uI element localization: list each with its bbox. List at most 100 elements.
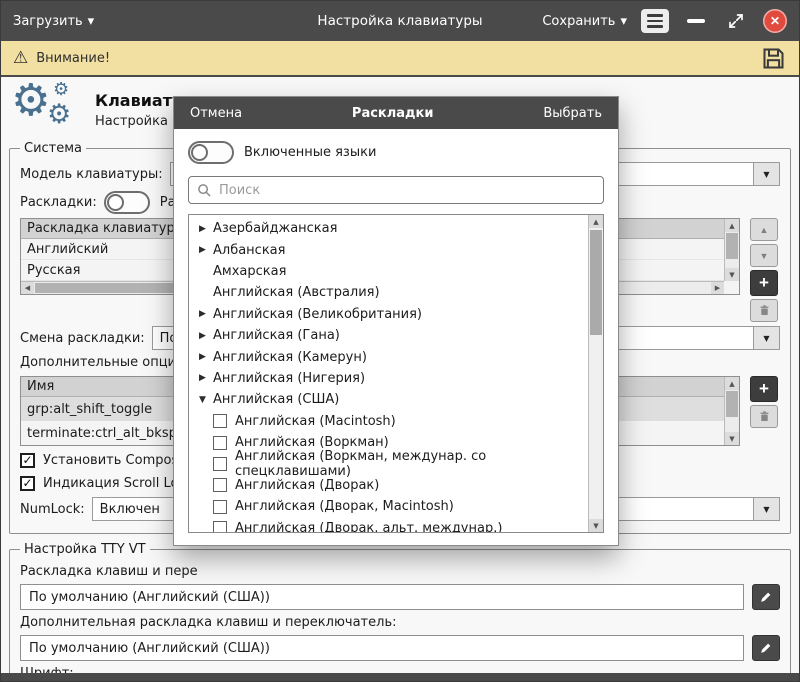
language-list: ▶ Азербайджанская ▶ Албанская Амхарская … (188, 214, 604, 533)
language-row[interactable]: ▶ Азербайджанская (189, 218, 587, 239)
language-row[interactable]: ▶ Английская (Камерун) (189, 346, 587, 367)
language-row[interactable]: ▶ Албанская (189, 239, 587, 260)
layouts-toggle[interactable] (104, 191, 150, 214)
save-file-button[interactable] (760, 45, 787, 72)
tty-alt-layout-input[interactable] (20, 635, 744, 661)
language-search (188, 176, 604, 204)
toggle-knob (191, 144, 208, 161)
language-checkbox[interactable] (213, 457, 227, 471)
tty-alt-layout-edit-button[interactable] (752, 635, 780, 661)
scrolllock-checkbox-label[interactable]: Индикация Scroll Lock (43, 476, 193, 491)
layout-switch-label: Смена раскладки: (20, 331, 145, 346)
toggle-knob (107, 194, 124, 211)
language-checkbox[interactable] (213, 414, 227, 428)
add-layout-button[interactable]: + (750, 270, 778, 296)
language-list-scrollbar[interactable]: ▲ ▼ (588, 215, 603, 532)
language-checkbox[interactable] (213, 478, 227, 492)
menu-button[interactable] (641, 9, 669, 33)
options-table-vscrollbar[interactable]: ▲ ▼ (724, 377, 739, 445)
language-row[interactable]: ▶ Английская (Великобритания) (189, 304, 587, 325)
options-table-buttons: + (750, 376, 780, 428)
move-up-button[interactable]: ▲ (750, 218, 778, 241)
load-button-label: Загрузить (13, 14, 83, 29)
expander-icon[interactable]: ▶ (197, 224, 213, 234)
tty-layout-edit-button[interactable] (752, 584, 780, 610)
language-search-input[interactable] (189, 177, 603, 203)
layouts-dialog: Отмена Раскладки Выбрать Включенные язык… (173, 96, 619, 546)
scroll-right-icon[interactable]: ▶ (711, 282, 724, 294)
expander-icon[interactable]: ▶ (197, 245, 213, 255)
compose-checkbox[interactable]: ✓ (20, 453, 35, 468)
language-label: Английская (Нигерия) (213, 371, 365, 386)
language-row[interactable]: ▶ Английская (Гана) (189, 325, 587, 346)
tty-layout-input[interactable] (20, 584, 744, 610)
system-group-legend: Система (20, 141, 86, 156)
scroll-down-icon[interactable]: ▼ (725, 268, 739, 281)
scrollbar-thumb[interactable] (726, 391, 738, 417)
language-checkbox[interactable] (213, 521, 227, 533)
maximize-button[interactable] (723, 9, 749, 33)
scrollbar-thumb[interactable] (590, 230, 602, 335)
scroll-up-icon[interactable]: ▲ (589, 215, 603, 228)
language-row[interactable]: ▼ Английская (США) (189, 389, 587, 410)
language-variant-row[interactable]: Английская (Macintosh) (189, 411, 587, 432)
scroll-left-icon[interactable]: ◀ (21, 282, 34, 294)
language-row[interactable]: Английская (Австралия) (189, 282, 587, 303)
scrollbar-thumb[interactable] (726, 233, 738, 259)
compose-checkbox-label[interactable]: Установить Compose (43, 453, 186, 468)
layout-list-vscrollbar[interactable]: ▲ ▼ (724, 219, 739, 281)
load-button[interactable]: Загрузить ▾ (13, 14, 94, 29)
tty-alt-layout-label: Дополнительная раскладка клавиш и перекл… (20, 615, 780, 632)
tty-layout-label: Раскладка клавиш и пере (20, 564, 780, 581)
combo-arrow-icon[interactable]: ▼ (753, 163, 779, 185)
language-label: Английская (Дворак, Macintosh) (235, 499, 454, 514)
save-button[interactable]: Сохранить ▾ (542, 14, 627, 29)
dialog-title: Раскладки (352, 106, 434, 121)
warning-bar: ⚠ Внимание! (1, 41, 799, 77)
expander-icon[interactable]: ▶ (197, 352, 213, 362)
language-checkbox[interactable] (213, 436, 227, 450)
dialog-cancel-button[interactable]: Отмена (190, 106, 242, 121)
enabled-languages-row: Включенные языки (188, 141, 604, 164)
delete-option-button[interactable] (750, 405, 778, 428)
titlebar: Загрузить ▾ Настройка клавиатуры Сохрани… (1, 1, 799, 41)
language-variant-row[interactable]: Английская (Дворак, Macintosh) (189, 496, 587, 517)
combo-arrow-icon[interactable]: ▼ (753, 327, 779, 349)
scroll-down-icon[interactable]: ▼ (725, 432, 739, 445)
enabled-languages-label: Включенные языки (244, 145, 376, 160)
language-label: Английская (Гана) (213, 328, 340, 343)
add-option-button[interactable]: + (750, 376, 778, 402)
scroll-up-icon[interactable]: ▲ (725, 219, 739, 232)
close-button[interactable]: ✕ (763, 9, 787, 33)
expander-icon[interactable]: ▶ (197, 331, 213, 341)
language-label: Албанская (213, 243, 285, 258)
expand-icon (727, 12, 745, 30)
keyboard-model-label: Модель клавиатуры: (20, 167, 163, 182)
scroll-down-icon[interactable]: ▼ (589, 519, 603, 532)
close-icon: ✕ (770, 14, 780, 28)
trash-icon (758, 304, 771, 317)
scrolllock-checkbox[interactable]: ✓ (20, 476, 35, 491)
move-down-button[interactable]: ▼ (750, 244, 778, 267)
language-checkbox[interactable] (213, 500, 227, 514)
language-variant-row[interactable]: Английская (Дворак, альт. междунар.) (189, 517, 587, 533)
minimize-button[interactable] (683, 9, 709, 33)
dialog-select-button[interactable]: Выбрать (543, 106, 602, 121)
pencil-icon (759, 590, 773, 604)
language-row[interactable]: Амхарская (189, 261, 587, 282)
window-bottom-edge (1, 673, 799, 681)
arrow-down-icon: ▼ (760, 251, 769, 261)
expander-icon[interactable]: ▼ (197, 395, 213, 405)
tty-alt-layout-row (20, 635, 780, 661)
dialog-body: Включенные языки ▶ Азербайджанская ▶ Алб… (174, 129, 618, 545)
hamburger-icon (647, 14, 663, 17)
delete-layout-button[interactable] (750, 299, 778, 322)
language-variant-row[interactable]: Английская (Воркман, междунар. со спецкл… (189, 453, 587, 474)
enabled-languages-toggle[interactable] (188, 141, 234, 164)
language-label: Английская (Австралия) (213, 285, 380, 300)
combo-arrow-icon[interactable]: ▼ (753, 498, 779, 520)
expander-icon[interactable]: ▶ (197, 309, 213, 319)
expander-icon[interactable]: ▶ (197, 373, 213, 383)
scroll-up-icon[interactable]: ▲ (725, 377, 739, 390)
language-row[interactable]: ▶ Английская (Нигерия) (189, 368, 587, 389)
